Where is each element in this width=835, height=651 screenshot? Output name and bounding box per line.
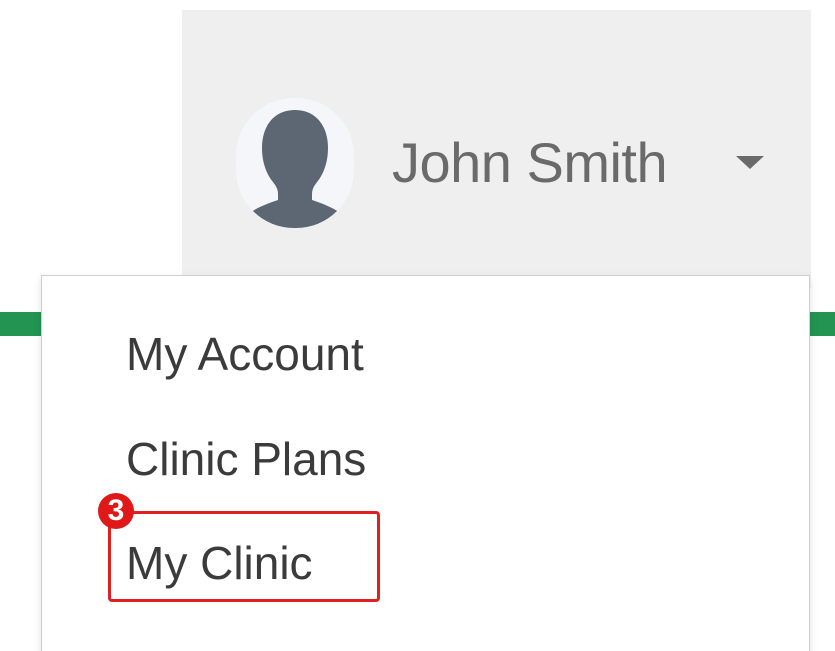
page: John Smith My Account Clinic Plans My Cl… [0, 0, 835, 651]
menu-item-clinic-plans[interactable]: Clinic Plans [126, 431, 366, 487]
step-number-badge: 3 [98, 493, 134, 529]
menu-item-my-clinic[interactable]: My Clinic [126, 535, 313, 591]
caret-down-icon[interactable] [736, 156, 764, 169]
nav-bar-left [0, 312, 42, 336]
user-name[interactable]: John Smith [392, 128, 668, 198]
avatar[interactable] [236, 98, 354, 228]
nav-bar-right [810, 312, 835, 336]
user-silhouette-icon [240, 110, 350, 228]
menu-item-my-account[interactable]: My Account [126, 326, 364, 382]
